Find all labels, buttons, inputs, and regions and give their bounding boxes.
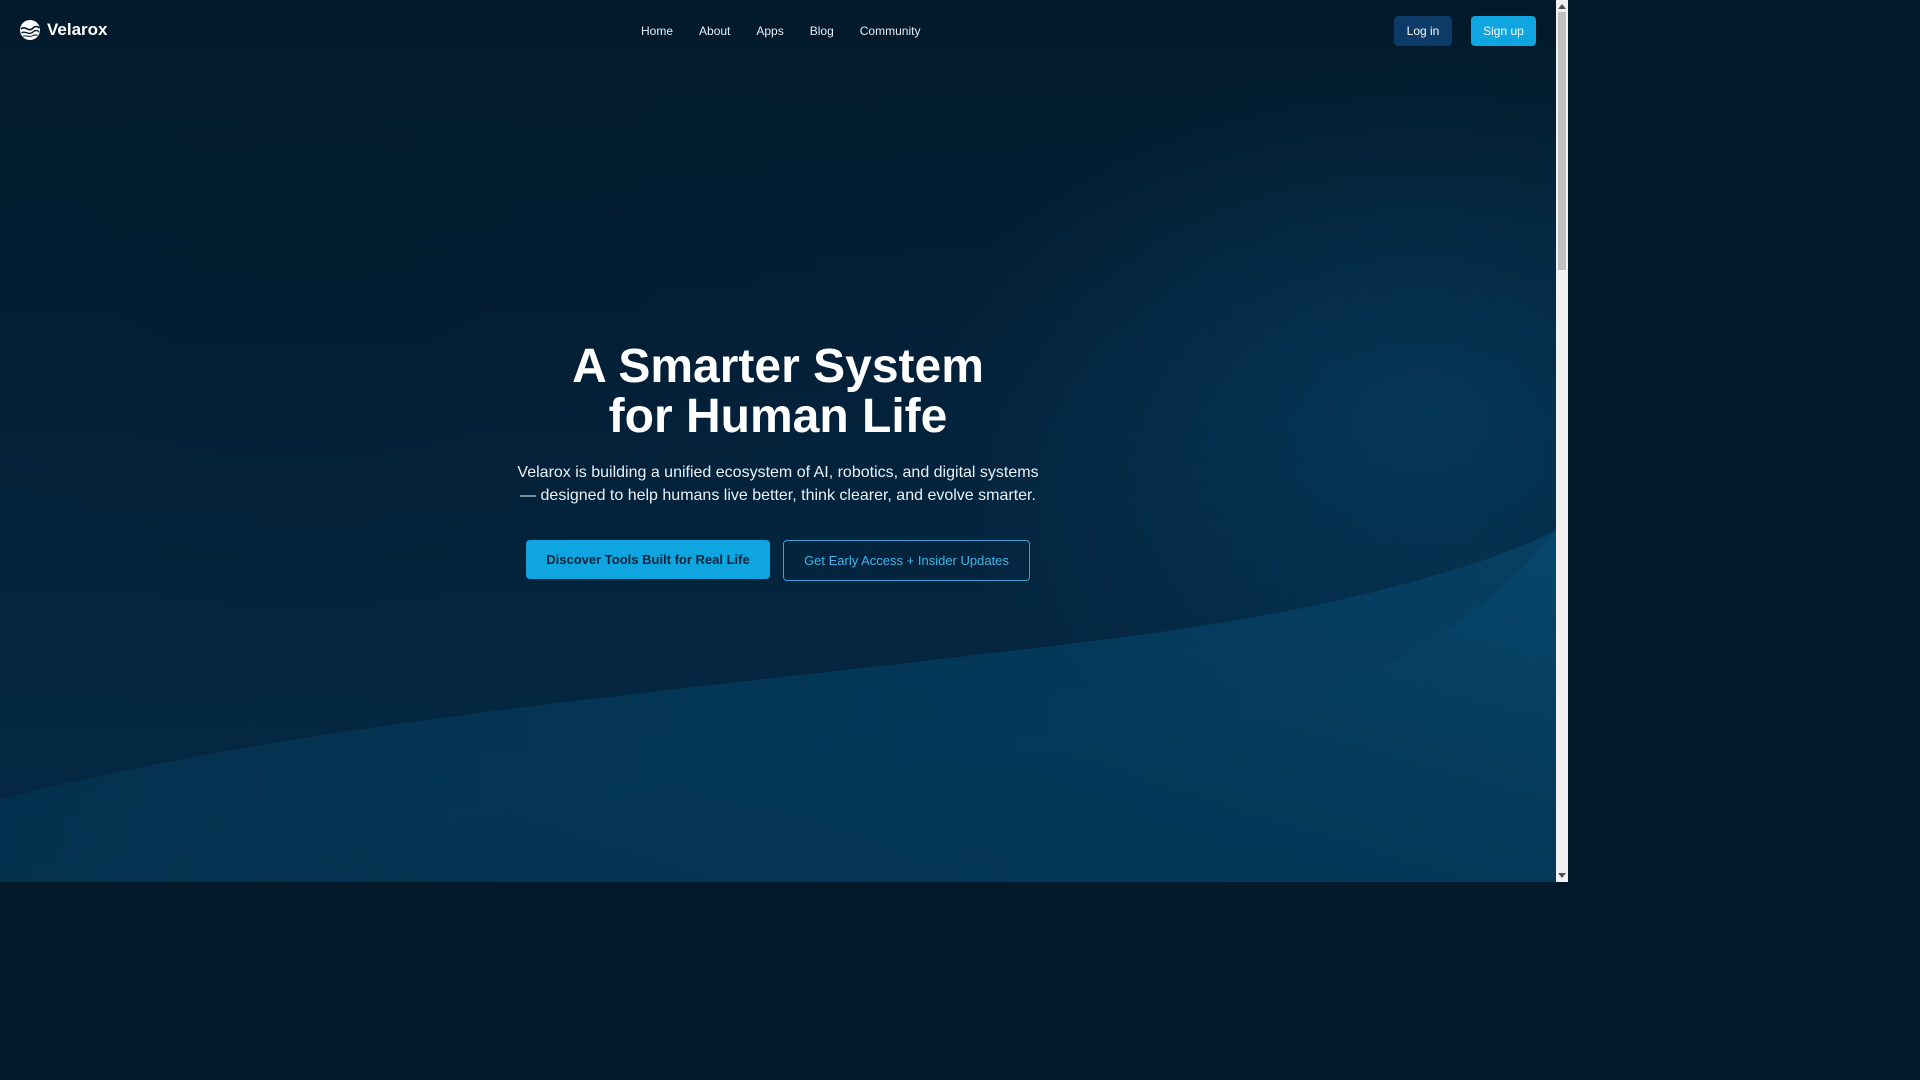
nav-link-blog[interactable]: Blog	[797, 22, 847, 40]
nav-link-about[interactable]: About	[686, 22, 743, 40]
signup-button[interactable]: Sign up	[1471, 16, 1536, 46]
page-scrollbar[interactable]	[1556, 0, 1568, 882]
scroll-up-arrow-icon[interactable]	[1558, 4, 1566, 9]
scroll-down-arrow-icon[interactable]	[1558, 873, 1566, 878]
discover-tools-button[interactable]: Discover Tools Built for Real Life	[526, 540, 770, 579]
hero-subtitle-line-1: Velarox is building a unified ecosystem …	[517, 464, 1039, 481]
scrollbar-thumb[interactable]	[1558, 12, 1566, 270]
hero-subtitle: Velarox is building a unified ecosystem …	[478, 461, 1078, 507]
nav-link-apps[interactable]: Apps	[743, 22, 796, 40]
login-button[interactable]: Log in	[1394, 16, 1452, 46]
nav-link-home[interactable]: Home	[628, 22, 686, 40]
early-access-button[interactable]: Get Early Access + Insider Updates	[783, 540, 1030, 581]
hero-subtitle-line-2: — designed to help humans live better, t…	[520, 487, 1036, 504]
site-header: Velarox Home About Apps Blog Community L…	[0, 0, 1556, 62]
hero-title-line-1: A Smarter System	[572, 340, 984, 393]
main-nav: Home About Apps Blog Community	[628, 22, 933, 40]
hero-title: A Smarter System for Human Life	[378, 342, 1178, 442]
brand-link[interactable]: Velarox	[19, 19, 108, 41]
nav-link-community[interactable]: Community	[847, 22, 934, 40]
hero-page: Velarox Home About Apps Blog Community L…	[0, 0, 1556, 882]
wave-globe-icon	[20, 20, 40, 40]
hero-title-line-2: for Human Life	[608, 390, 948, 443]
brand-name: Velarox	[47, 20, 108, 39]
